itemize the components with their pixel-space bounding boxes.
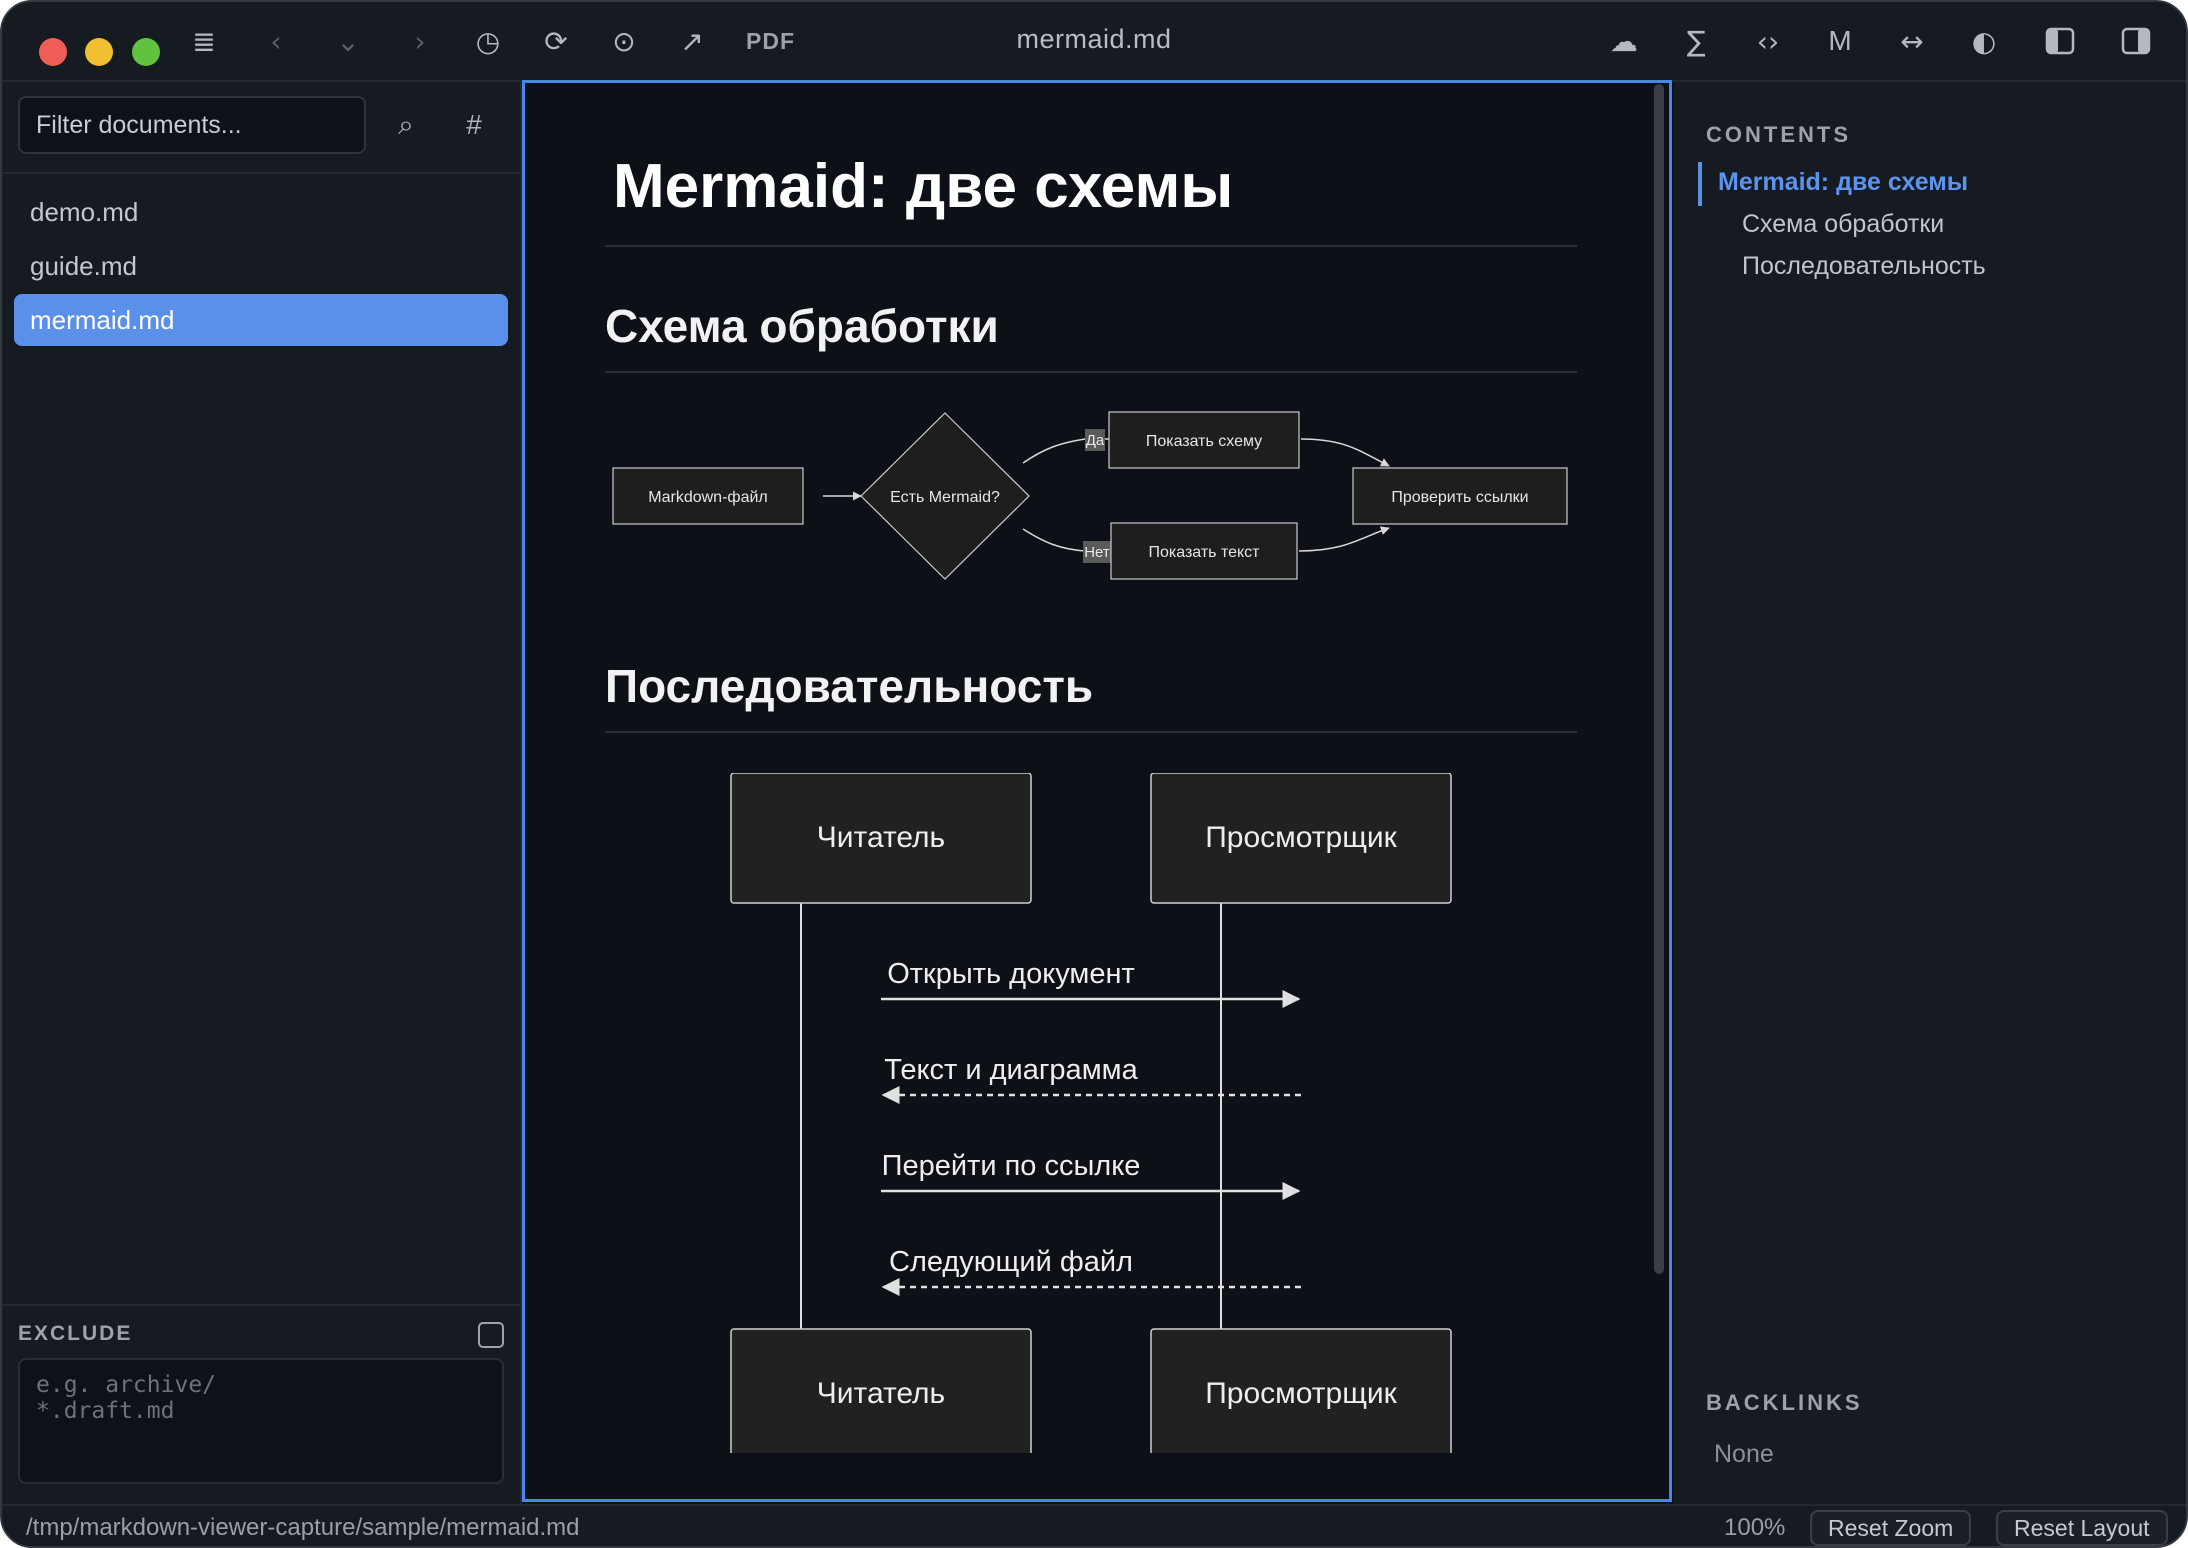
node-show-diagram-label: Показать схему xyxy=(1146,433,1262,450)
document-sidebar: ⌕ # demo.md guide.md mermaid.md EXCLUDE xyxy=(2,82,522,1504)
toc-item-flow[interactable]: Схема обработки xyxy=(1742,210,1944,239)
cloud-download-icon[interactable]: ☁ xyxy=(1606,20,1642,62)
hash-icon[interactable]: # xyxy=(454,104,494,146)
contents-panel: CONTENTS Mermaid: две схемы Схема обрабо… xyxy=(1674,82,2186,1504)
history-icon[interactable]: ◷ xyxy=(470,20,506,62)
chevron-down-icon[interactable]: ⌄ xyxy=(330,20,366,62)
right-panel-icon-glyph xyxy=(2121,27,2151,55)
code-icon[interactable]: ‹› xyxy=(1750,20,1786,62)
edge-label-yes: Да xyxy=(1086,432,1105,449)
document-title: Mermaid: две схемы xyxy=(613,152,1234,221)
document-view[interactable]: Mermaid: две схемы Схема обработки Да Не… xyxy=(522,80,1672,1502)
node-markdown-file-label: Markdown-файл xyxy=(648,489,767,506)
left-panel-icon[interactable] xyxy=(2042,20,2078,62)
search-icon[interactable]: ⌕ xyxy=(386,104,426,146)
actor-reader-top-label: Читатель xyxy=(817,821,945,854)
reset-layout-button[interactable]: Reset Layout xyxy=(1996,1510,2168,1546)
file-list: demo.md guide.md mermaid.md xyxy=(14,186,508,348)
node-check-links-label: Проверить ссылки xyxy=(1391,489,1528,506)
sidebar-toggle-icon[interactable]: ≣ xyxy=(186,20,222,62)
actor-viewer-top-label: Просмотрщик xyxy=(1205,821,1397,854)
edge-diagram-to-check xyxy=(1300,438,1390,467)
contrast-icon[interactable]: ◐ xyxy=(1966,20,2002,62)
edge-text-to-check xyxy=(1298,526,1390,552)
message-text-and-diagram: Текст и диаграмма xyxy=(884,1054,1138,1086)
right-panel-icon[interactable] xyxy=(2118,20,2154,62)
filter-documents-input[interactable] xyxy=(18,96,366,154)
target-icon[interactable]: ⊙ xyxy=(606,20,642,62)
file-item-mermaid[interactable]: mermaid.md xyxy=(14,294,508,346)
flowchart-diagram: Да Нет Markdown-файл Есть Mermaid? Показ… xyxy=(612,411,1568,580)
edge-no-path xyxy=(1022,528,1086,552)
title-rule xyxy=(605,245,1577,247)
exclude-label: EXCLUDE xyxy=(18,1322,133,1345)
edge-yes-path xyxy=(1022,438,1086,464)
zoom-window-button[interactable] xyxy=(132,38,160,66)
message-open-document: Открыть документ xyxy=(887,958,1135,990)
section-rule-flow xyxy=(605,371,1577,373)
sequence-diagram: Читатель Просмотрщик Открыть документ Те… xyxy=(730,773,1452,1453)
reset-zoom-button[interactable]: Reset Zoom xyxy=(1810,1510,1972,1546)
file-item-demo[interactable]: demo.md xyxy=(14,186,508,238)
minimize-window-button[interactable] xyxy=(85,38,113,66)
title-bar: ≣ ‹ ⌄ › ◷ ⟳ ⊙ ↗ PDF mermaid.md ☁ ∑ ‹› M … xyxy=(2,2,2186,82)
message-next-file: Следующий файл xyxy=(889,1246,1133,1278)
node-show-text-label: Показать текст xyxy=(1148,544,1260,561)
file-path: /tmp/markdown-viewer-capture/sample/merm… xyxy=(26,1514,580,1541)
contents-heading: CONTENTS xyxy=(1706,122,1851,147)
markdown-icon[interactable]: M xyxy=(1822,20,1858,62)
width-toggle-icon[interactable]: ↔ xyxy=(1894,20,1930,62)
section-heading-sequence: Последовательность xyxy=(605,660,1094,712)
toc-item-sequence[interactable]: Последовательность xyxy=(1742,252,1986,281)
close-window-button[interactable] xyxy=(39,38,67,66)
exclude-patterns-input[interactable] xyxy=(18,1358,504,1484)
app-window: ≣ ‹ ⌄ › ◷ ⟳ ⊙ ↗ PDF mermaid.md ☁ ∑ ‹› M … xyxy=(0,0,2188,1548)
node-decision-label: Есть Mermaid? xyxy=(890,489,1000,506)
sum-icon[interactable]: ∑ xyxy=(1678,20,1714,62)
zoom-level: 100% xyxy=(1724,1514,1786,1541)
export-pdf-button[interactable]: PDF xyxy=(746,20,795,62)
status-bar: /tmp/markdown-viewer-capture/sample/merm… xyxy=(2,1504,2186,1546)
backlinks-heading: BACKLINKS xyxy=(1706,1390,1863,1415)
back-icon[interactable]: ‹ xyxy=(258,20,294,62)
exclude-divider xyxy=(2,1304,520,1306)
backlinks-empty: None xyxy=(1714,1440,1774,1468)
document-scrollbar[interactable] xyxy=(1654,84,1664,1274)
toc-active-indicator xyxy=(1698,162,1702,206)
reload-icon[interactable]: ⟳ xyxy=(538,20,574,62)
left-panel-icon-glyph xyxy=(2045,27,2075,55)
open-external-icon[interactable]: ↗ xyxy=(674,20,710,62)
forward-icon[interactable]: › xyxy=(402,20,438,62)
actor-viewer-bottom-label: Просмотрщик xyxy=(1205,1377,1397,1410)
section-heading-flow: Схема обработки xyxy=(605,300,999,352)
edge-label-no: Нет xyxy=(1084,544,1110,561)
toc-item-title[interactable]: Mermaid: две схемы xyxy=(1718,168,1968,197)
sidebar-divider xyxy=(2,172,520,174)
exclude-checkbox[interactable] xyxy=(478,1322,504,1348)
message-follow-link: Перейти по ссылке xyxy=(882,1150,1141,1182)
file-item-guide[interactable]: guide.md xyxy=(14,240,508,292)
section-rule-sequence xyxy=(605,731,1577,733)
actor-reader-bottom-label: Читатель xyxy=(817,1377,945,1410)
